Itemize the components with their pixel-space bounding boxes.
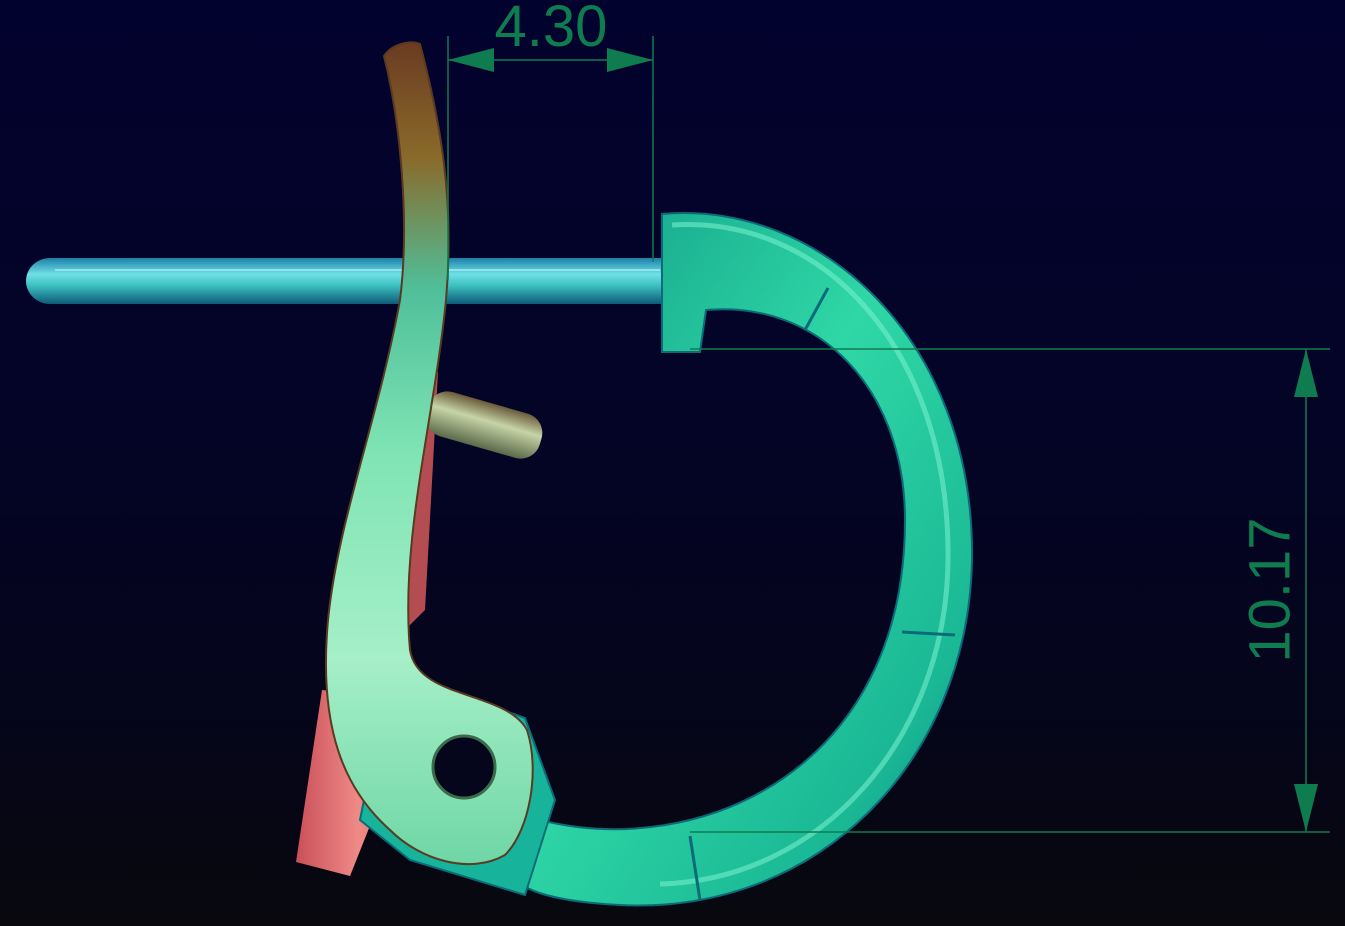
dim-arrow-right bbox=[607, 48, 653, 72]
latch-pin bbox=[425, 391, 543, 459]
hoop-ring bbox=[510, 212, 974, 907]
dim-arrow-left bbox=[448, 48, 494, 72]
width-dimension-label: 4.30 bbox=[495, 0, 608, 59]
dimension-width: 4.30 bbox=[447, 0, 654, 280]
dim-arrow-bottom bbox=[1294, 784, 1318, 832]
height-dimension-label: 10.17 bbox=[1238, 517, 1303, 662]
hinge-hole bbox=[431, 734, 497, 800]
dimension-height: 10.17 bbox=[690, 348, 1330, 833]
earring-drawing: 4.30 10.17 bbox=[26, 0, 1330, 907]
cad-viewport[interactable]: 4.30 10.17 bbox=[0, 0, 1345, 926]
ear-post bbox=[26, 258, 668, 304]
dim-arrow-top bbox=[1294, 349, 1318, 397]
